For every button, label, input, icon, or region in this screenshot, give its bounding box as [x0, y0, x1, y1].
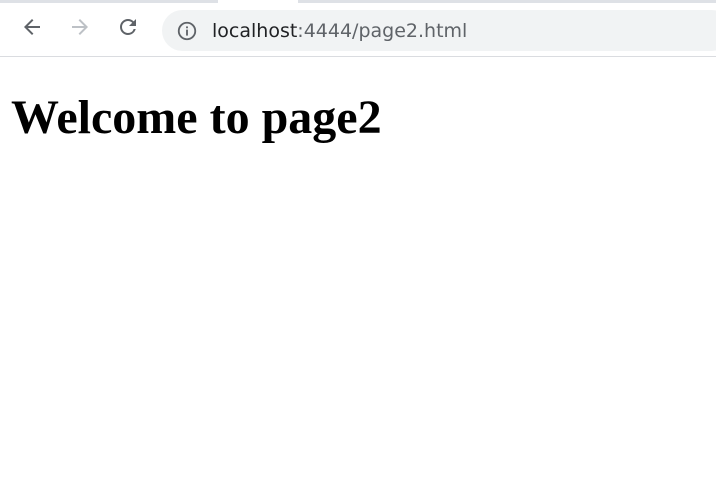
reload-button[interactable] [112, 11, 144, 43]
page-content: Welcome to page2 [0, 58, 716, 504]
back-button[interactable] [16, 11, 48, 43]
reload-icon [120, 19, 136, 35]
url-text[interactable]: localhost:4444/page2.html [212, 20, 467, 42]
browser-toolbar: localhost:4444/page2.html [0, 3, 716, 57]
arrow-right-icon [72, 19, 88, 35]
forward-button[interactable] [64, 11, 96, 43]
url-host: localhost [212, 19, 298, 42]
arrow-left-icon [24, 19, 40, 35]
info-icon[interactable] [176, 20, 198, 42]
url-path: :4444/page2.html [297, 19, 468, 42]
address-bar[interactable]: localhost:4444/page2.html [162, 10, 716, 51]
page-heading: Welcome to page2 [11, 91, 382, 144]
